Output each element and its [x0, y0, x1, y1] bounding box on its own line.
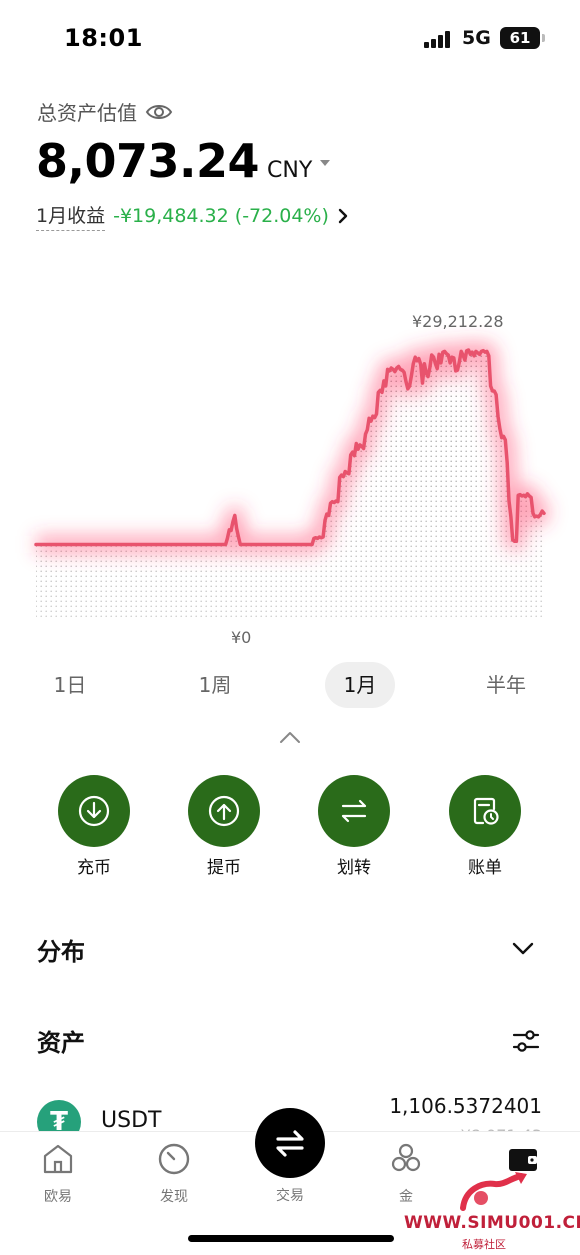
- nav-home-label: 欧易: [44, 1189, 72, 1205]
- deposit-button[interactable]: 充币: [49, 775, 139, 878]
- chart-max-label: ¥29,212.28: [412, 312, 504, 331]
- assets-title: 资产: [37, 1029, 85, 1057]
- nav-discover-label: 发现: [160, 1189, 188, 1205]
- withdraw-button-circle[interactable]: [188, 775, 260, 847]
- trade-icon: [276, 1130, 304, 1157]
- bill-icon: [473, 797, 499, 825]
- discover-icon: [158, 1143, 190, 1175]
- withdraw-icon: [208, 795, 240, 827]
- chart-area-fade: [36, 350, 544, 618]
- deposit-icon: [78, 795, 110, 827]
- chevron-down-icon[interactable]: [512, 942, 534, 956]
- filter-icon[interactable]: [512, 1027, 540, 1055]
- home-indicator[interactable]: [188, 1235, 394, 1242]
- pnl-value: -¥19,484.32 (-72.04%): [113, 205, 329, 227]
- network-type: 5G: [462, 27, 491, 49]
- transfer-button-circle[interactable]: [318, 775, 390, 847]
- battery-icon: 61: [500, 27, 545, 49]
- transfer-button[interactable]: 划转: [309, 775, 399, 878]
- range-tabs: 1日 1周 1月 半年: [0, 660, 580, 710]
- watermark-sub: 私募社区: [462, 1238, 506, 1251]
- nav-trade-label: 交易: [276, 1188, 304, 1204]
- battery-level: 61: [509, 29, 531, 47]
- watermark-logo-icon: [460, 1172, 527, 1211]
- transfer-label: 划转: [337, 858, 371, 878]
- nav-home[interactable]: 欧易: [23, 1142, 93, 1206]
- total-value-row: 8,073.24 CNY: [36, 134, 331, 188]
- bill-button[interactable]: 账单: [440, 775, 530, 878]
- home-icon: [43, 1144, 73, 1174]
- currency-selector[interactable]: CNY: [267, 158, 312, 183]
- signal-icon: [424, 30, 454, 48]
- withdraw-button[interactable]: 提币: [179, 775, 269, 878]
- deposit-button-circle[interactable]: [58, 775, 130, 847]
- watermark-text: WWW.SIMU001.CN: [404, 1213, 580, 1233]
- wallet-page: 18:01 5G 61 总资产估值 8,073.24 CNY 1月收益 -¥19…: [0, 0, 580, 1255]
- pnl-row[interactable]: 1月收益 -¥19,484.32 (-72.04%): [36, 201, 349, 231]
- tab-1d[interactable]: 1日: [38, 662, 102, 708]
- total-asset-label: 总资产估值: [37, 97, 173, 126]
- bill-label: 账单: [468, 858, 502, 878]
- trade-button[interactable]: [255, 1108, 325, 1178]
- nav-discover[interactable]: 发现: [139, 1142, 209, 1206]
- chevron-right-icon[interactable]: [337, 207, 349, 225]
- asset-symbol: USDT: [101, 1108, 162, 1133]
- status-time: 18:01: [64, 24, 143, 52]
- total-value: 8,073.24: [36, 134, 260, 188]
- caret-down-icon[interactable]: [320, 160, 331, 166]
- eye-icon[interactable]: [145, 102, 173, 122]
- tab-1m[interactable]: 1月: [325, 662, 395, 708]
- distribution-title[interactable]: 分布: [37, 932, 85, 967]
- pnl-label: 1月收益: [36, 201, 106, 231]
- watermark: WWW.SIMU001.CN 私募社区: [400, 1168, 580, 1252]
- asset-chart[interactable]: [0, 300, 580, 650]
- asset-amount: 1,106.5372401: [389, 1094, 542, 1118]
- tab-6m[interactable]: 半年: [470, 662, 542, 708]
- withdraw-label: 提币: [207, 858, 241, 878]
- chart-min-label: ¥0: [231, 628, 252, 647]
- total-asset-label-text: 总资产估值: [37, 101, 137, 125]
- chevron-up-icon[interactable]: [279, 730, 301, 744]
- transfer-icon: [341, 799, 367, 823]
- deposit-label: 充币: [77, 858, 111, 878]
- bill-button-circle[interactable]: [449, 775, 521, 847]
- tab-1w[interactable]: 1周: [183, 662, 247, 708]
